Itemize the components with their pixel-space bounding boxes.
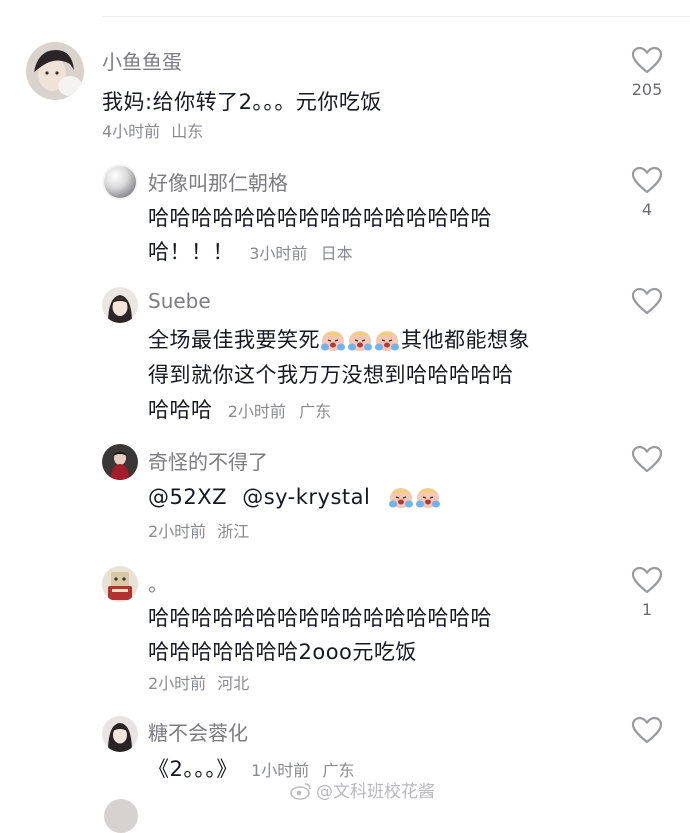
comment-text: 哈哈哈哈哈哈哈哈哈哈哈哈哈哈哈哈	[148, 206, 492, 230]
like-count: 4	[641, 200, 653, 219]
comment-location: 日本	[320, 244, 353, 263]
username[interactable]: 糖不会蓉化	[148, 717, 248, 746]
like-button[interactable]	[617, 716, 677, 744]
comment-text: 全场最佳我要笑死	[148, 328, 320, 352]
loudly-crying-face-emoji	[321, 331, 345, 351]
heart-outline-icon	[631, 287, 663, 315]
watermark: @文科班校花酱	[290, 777, 435, 802]
comment-location: 河北	[217, 674, 250, 693]
comment-location: 广东	[299, 402, 332, 421]
avatar[interactable]	[102, 164, 138, 200]
comment-text: 哈哈哈哈哈哈哈哈哈哈哈哈哈哈哈哈	[148, 606, 492, 630]
comment-text: 哈哈哈哈哈哈哈2ooo元吃饭	[148, 640, 417, 664]
avatar[interactable]	[102, 444, 138, 480]
mention-link[interactable]: @52XZ	[148, 485, 227, 509]
avatar[interactable]	[102, 287, 138, 323]
loudly-crying-face-emoji	[388, 488, 413, 508]
comment-text: 我妈:给你转了2。。。元你吃饭	[102, 90, 382, 114]
comment-location: 山东	[171, 122, 204, 141]
like-button[interactable]: 1	[617, 566, 677, 619]
heart-outline-icon	[631, 166, 663, 194]
comment-time: 4小时前	[102, 122, 161, 141]
like-count: 205	[631, 80, 663, 99]
comment-text: 得到就你这个我万万没想到哈哈哈哈哈	[148, 363, 514, 387]
comment-text-line: @52XZ @sy-krystal	[148, 485, 442, 509]
heart-outline-icon	[631, 566, 663, 594]
loudly-crying-face-emoji	[375, 331, 399, 351]
comment-time: 2小时前	[227, 402, 286, 421]
comment-text: 其他都能想象	[401, 328, 530, 352]
username[interactable]: 好像叫那仁朝格	[148, 167, 288, 196]
username[interactable]: 奇怪的不得了	[148, 446, 268, 475]
comment-text-line: 哈！！！ 3小时前 日本	[148, 236, 353, 266]
heart-outline-icon	[631, 716, 663, 744]
like-button[interactable]	[617, 445, 677, 473]
weibo-logo-icon	[290, 783, 311, 800]
avatar[interactable]	[104, 799, 138, 833]
like-count: 1	[641, 600, 653, 619]
avatar[interactable]	[102, 566, 138, 602]
loudly-crying-face-emoji	[348, 331, 372, 351]
comment-text: 《2。。。》	[148, 757, 238, 781]
comment-time: 2小时前	[148, 522, 207, 541]
username[interactable]: 。	[148, 568, 168, 597]
username[interactable]: Suebe	[148, 289, 211, 313]
divider	[102, 16, 690, 17]
heart-outline-icon	[631, 46, 663, 74]
comment-meta: 4小时前 山东	[102, 118, 203, 142]
comment-text-line: 哈哈哈 2小时前 广东	[148, 394, 331, 424]
comment-time: 3小时前	[249, 244, 308, 263]
like-button[interactable]: 205	[617, 46, 677, 99]
like-button[interactable]: 4	[617, 166, 677, 219]
heart-outline-icon	[631, 445, 663, 473]
comment-text: 哈！！！	[148, 240, 234, 264]
username[interactable]: 小鱼鱼蛋	[102, 46, 182, 75]
avatar[interactable]	[102, 716, 138, 752]
loudly-crying-face-emoji	[415, 488, 440, 508]
comment-meta: 2小时前 浙江	[148, 518, 249, 542]
like-button[interactable]	[617, 287, 677, 315]
comment-text: 哈哈哈	[148, 398, 213, 422]
avatar[interactable]	[26, 42, 84, 100]
comment-text-line: 全场最佳我要笑死 其他都能想象	[148, 324, 530, 354]
comment-time: 2小时前	[148, 674, 207, 693]
mention-link[interactable]: @sy-krystal	[242, 485, 370, 509]
watermark-text: @文科班校花酱	[316, 782, 435, 802]
comment-location: 浙江	[217, 522, 250, 541]
comment-meta: 2小时前 河北	[148, 670, 249, 694]
